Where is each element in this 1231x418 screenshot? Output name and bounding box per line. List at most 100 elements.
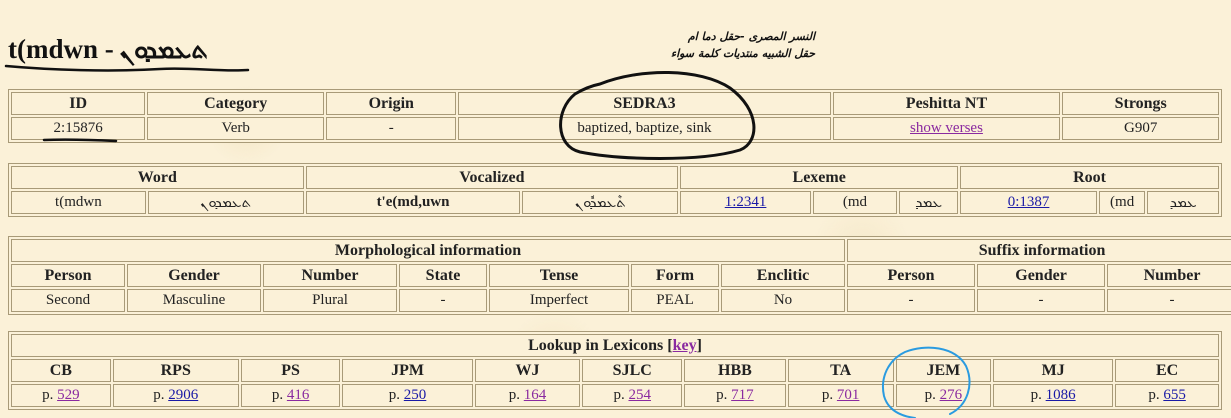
page-prefix: p. [716, 387, 728, 403]
title-syriac: ܬܥܡܕܘܢ [119, 35, 208, 64]
entry-table: ID Category Origin SEDRA3 Peshitta NT St… [8, 89, 1222, 143]
lexicon-header-ec: EC [1115, 359, 1219, 382]
header-suffix-info: Suffix information [847, 239, 1231, 262]
lexicon-cell-wj: p. 164 [474, 384, 581, 407]
cell-number: Plural [263, 289, 397, 312]
page-prefix: p. [924, 387, 936, 403]
cell-root-syriac: ܥܡܕ [1147, 191, 1219, 214]
lexicon-cell-ta: p. 701 [787, 384, 894, 407]
header-number: Number [263, 264, 397, 287]
cell-id: 2:15876 [11, 117, 146, 140]
header-tense: Tense [489, 264, 629, 287]
lexicon-title: Lookup in Lexicons [key] [11, 334, 1219, 357]
underline-title-annotation [4, 64, 250, 72]
page-title: t(mdwn - ܬܥܡܕܘܢ [8, 34, 208, 66]
page-prefix: p. [388, 387, 401, 403]
lexicon-table: Lookup in Lexicons [key] CB RPS PS JPM WJ SJL… [8, 331, 1222, 410]
cell-form: PEAL [631, 289, 719, 312]
lexeme-link[interactable]: 1:2341 [725, 194, 767, 210]
lexicon-cell-ec: p. 655 [1115, 384, 1219, 407]
lexicon-page-link-wj[interactable]: 164 [524, 387, 547, 403]
header-root: Root [960, 166, 1219, 189]
cell-state: - [399, 289, 487, 312]
lexicon-header-ps: PS [240, 359, 341, 382]
morphology-table: Morphological information Suffix informa… [8, 236, 1231, 315]
cell-vocalized-latin: t'e(md,uwn [305, 191, 521, 214]
cell-sedra3: baptized, baptize, sink [458, 117, 831, 140]
lexicon-page-link-ec[interactable]: 655 [1163, 387, 1186, 403]
lexicon-header-ta: TA [787, 359, 894, 382]
cell-word-latin: t(mdwn [11, 191, 146, 214]
lexicon-header-mj: MJ [993, 359, 1114, 382]
lexicon-cell-jem: p. 276 [895, 384, 992, 407]
lexicon-cell-mj: p. 1086 [993, 384, 1114, 407]
lexicon-cell-hbb: p. 717 [684, 384, 786, 407]
header-lexeme: Lexeme [680, 166, 959, 189]
lexicon-page-link-sjlc[interactable]: 254 [628, 387, 651, 403]
cell-vocalized-syriac: ܬܶܥܡܕܽܘܢ [522, 191, 679, 214]
lexicon-cell-cb: p. 529 [11, 384, 111, 407]
cell-suffix-person: - [847, 289, 976, 312]
cell-suffix-gender: - [977, 289, 1106, 312]
cell-root-id: 0:1387 [960, 191, 1097, 214]
page-prefix: p. [153, 387, 165, 403]
header-peshitta: Peshitta NT [832, 92, 1061, 115]
lexicon-page-link-ta[interactable]: 701 [837, 387, 860, 403]
lexicon-page-link-hbb[interactable]: 717 [731, 387, 754, 403]
header-sedra3: SEDRA3 [458, 92, 831, 115]
page-prefix: p. [508, 387, 521, 403]
page-prefix: p. [42, 387, 54, 403]
arabic-line-2: حقل الشبيه منتديات كلمة سواء [670, 47, 815, 60]
header-category: Category [147, 92, 325, 115]
key-link[interactable]: key [673, 337, 697, 354]
cell-enclitic: No [721, 289, 846, 312]
title-latin: t(mdwn - [8, 34, 114, 64]
header-id: ID [11, 92, 146, 115]
lexicon-page-link-ps[interactable]: 416 [287, 387, 310, 403]
cell-suffix-number: - [1107, 289, 1231, 312]
lexicon-header-rps: RPS [112, 359, 239, 382]
cell-gender: Masculine [127, 289, 261, 312]
lexicon-header-jpm: JPM [342, 359, 473, 382]
header-suffix-person: Person [847, 264, 976, 287]
cell-category: Verb [147, 117, 325, 140]
lexicon-page-link-cb[interactable]: 529 [57, 387, 80, 403]
header-vocalized: Vocalized [305, 166, 679, 189]
arabic-annotation: النسر المصرى -حقل دما ام حقل الشبيه منتد… [650, 28, 815, 62]
header-origin: Origin [326, 92, 457, 115]
lexicon-title-text: Lookup in Lexicons [ [528, 336, 673, 354]
cell-lexeme-id: 1:2341 [680, 191, 811, 214]
cell-person: Second [11, 289, 125, 312]
header-gender: Gender [127, 264, 261, 287]
page-prefix: p. [271, 387, 284, 403]
cell-origin: - [326, 117, 457, 140]
lexicon-header-wj: WJ [474, 359, 581, 382]
lexicon-cell-ps: p. 416 [240, 384, 341, 407]
page-prefix: p. [613, 387, 625, 403]
page-prefix: p. [1148, 387, 1160, 403]
show-verses-link[interactable]: show verses [910, 120, 983, 136]
lexicon-header-hbb: HBB [684, 359, 786, 382]
header-person: Person [11, 264, 125, 287]
arabic-line-1: النسر المصرى -حقل دما ام [687, 30, 815, 43]
lexicon-header-cb: CB [11, 359, 111, 382]
lexicon-page-link-rps[interactable]: 2906 [168, 387, 198, 403]
header-form: Form [631, 264, 719, 287]
cell-word-syriac: ܬܥܡܕܘܢ [147, 191, 304, 214]
page-prefix: p. [1030, 387, 1042, 403]
lexicon-page-link-jpm[interactable]: 250 [404, 387, 427, 403]
header-strongs: Strongs [1062, 92, 1219, 115]
cell-root-latin: (md [1098, 191, 1146, 214]
header-morphological-info: Morphological information [11, 239, 846, 262]
cell-tense: Imperfect [489, 289, 629, 312]
page-prefix: p. [821, 387, 834, 403]
header-word: Word [11, 166, 304, 189]
lexicon-page-link-mj[interactable]: 1086 [1046, 387, 1076, 403]
header-suffix-number: Number [1107, 264, 1231, 287]
header-state: State [399, 264, 487, 287]
lexicon-page-link-jem[interactable]: 276 [940, 387, 963, 403]
cell-lexeme-latin: (md [812, 191, 898, 214]
cell-peshitta: show verses [832, 117, 1061, 140]
root-link[interactable]: 0:1387 [1008, 194, 1050, 210]
cell-lexeme-syriac: ܥܡܕ [899, 191, 959, 214]
